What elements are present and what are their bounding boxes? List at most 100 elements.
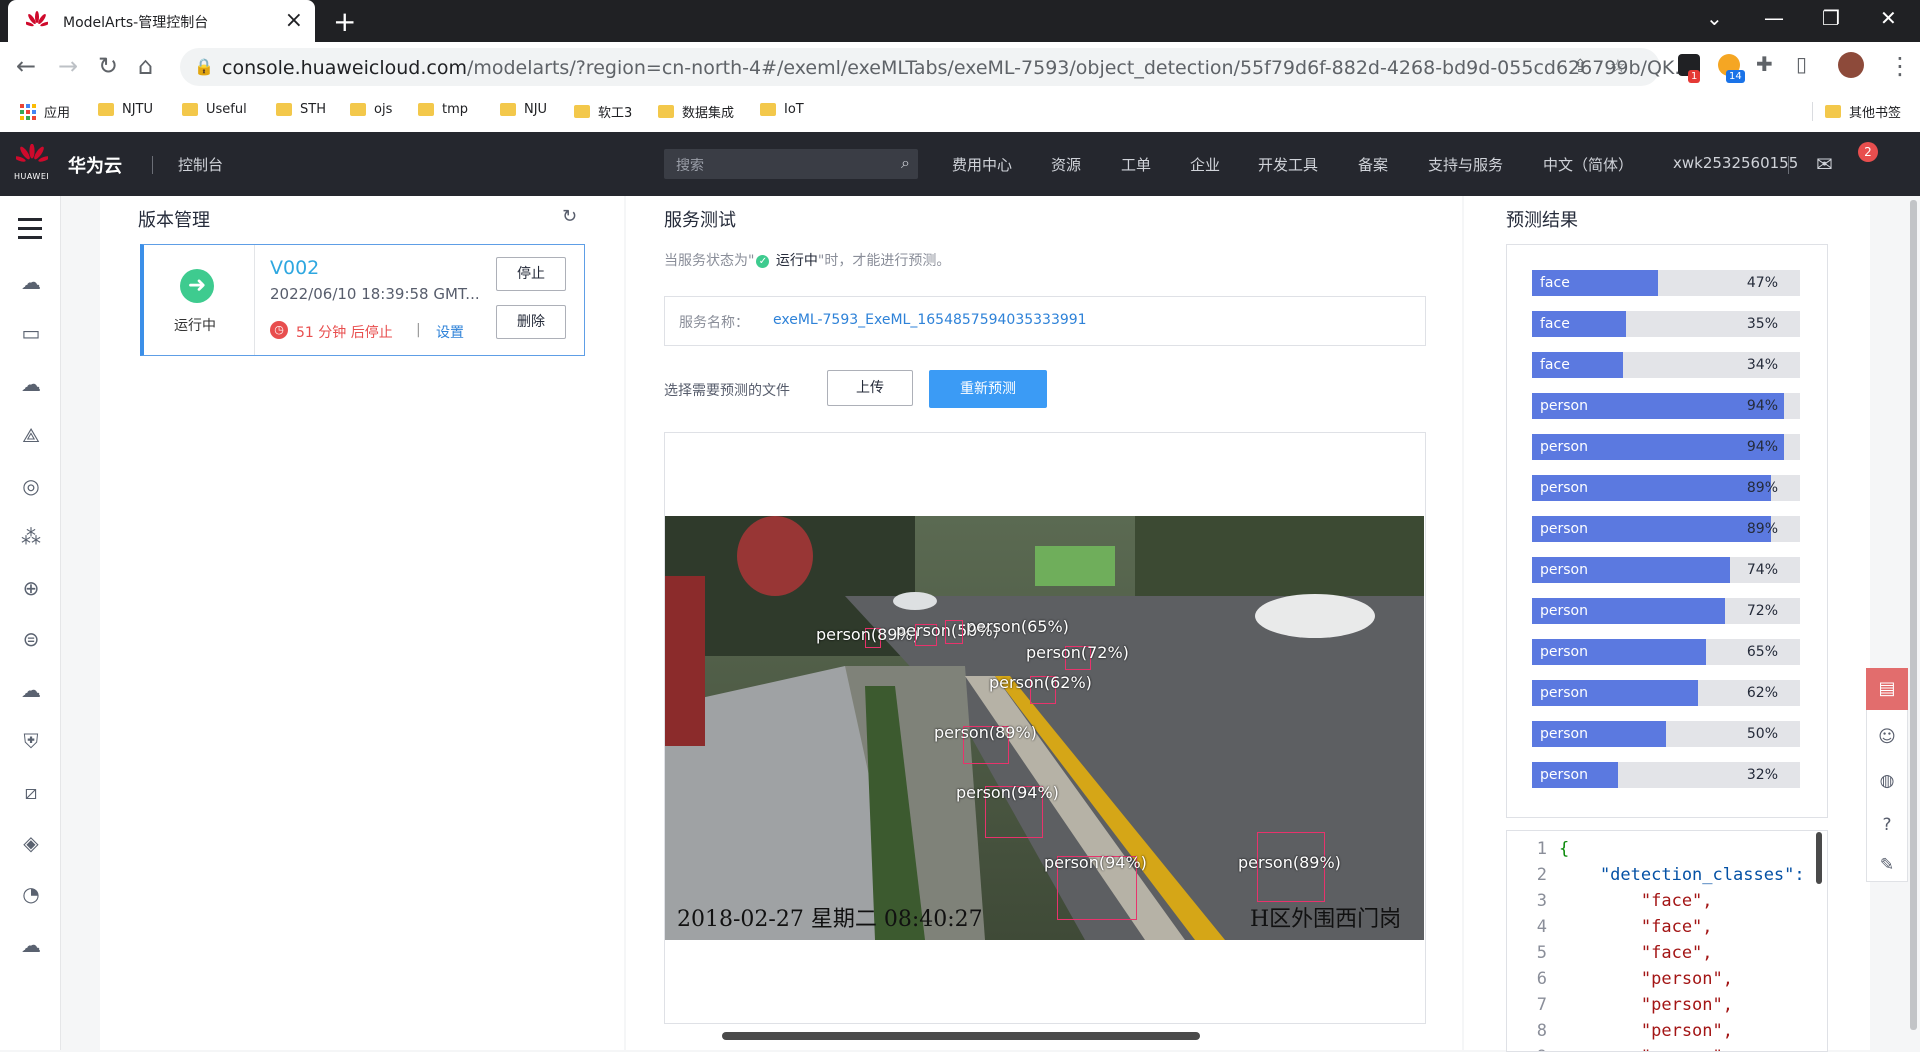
share-icon[interactable]: ⇪ bbox=[1573, 56, 1610, 77]
url-text[interactable]: console.huaweicloud.com/modelarts/?regio… bbox=[222, 57, 1692, 79]
upload-button[interactable]: 上传 bbox=[827, 370, 913, 406]
bookmark-folder-sth[interactable]: STH bbox=[276, 102, 326, 117]
chat-icon[interactable]: ▤ bbox=[1866, 668, 1908, 710]
nav-resources[interactable]: 资源 bbox=[1051, 154, 1081, 175]
nav-username[interactable]: xwk2532560155 bbox=[1673, 154, 1798, 172]
delete-button[interactable]: 删除 bbox=[496, 305, 566, 339]
cdn-icon[interactable]: ⊜ bbox=[19, 627, 43, 651]
setting-link[interactable]: 设置 bbox=[436, 322, 464, 342]
diamond-icon[interactable]: ◈ bbox=[19, 831, 43, 855]
extension-badge: 1 bbox=[1688, 70, 1701, 83]
globe-icon[interactable]: ⊕ bbox=[19, 576, 43, 600]
nav-tickets[interactable]: 工单 bbox=[1121, 154, 1151, 175]
service-name-value[interactable]: exeML-7593_ExeML_1654857594035333991 bbox=[773, 312, 1087, 328]
side-panel-icon[interactable]: ▯ bbox=[1796, 52, 1807, 76]
mail-badge: 2 bbox=[1858, 142, 1878, 162]
bookmark-folder-tmp[interactable]: tmp bbox=[418, 102, 468, 117]
omnibox[interactable]: 🔒 console.huaweicloud.com/modelarts/?reg… bbox=[180, 48, 1692, 86]
bookmark-star-icon[interactable]: ☆ bbox=[1610, 56, 1648, 77]
code-line-text: "person", bbox=[1559, 995, 1733, 1015]
mail-icon[interactable]: ✉ bbox=[1816, 152, 1833, 176]
page-scrollbar[interactable] bbox=[1910, 200, 1917, 1048]
header-divider bbox=[152, 156, 153, 174]
result-row: face 47% bbox=[1532, 270, 1800, 296]
bookmark-folder-data[interactable]: 数据集成 bbox=[658, 102, 734, 121]
cloud-upload-icon[interactable]: ☁ bbox=[19, 372, 43, 396]
lock-icon[interactable]: 🔒 bbox=[194, 57, 214, 76]
result-percent: 94% bbox=[1746, 398, 1778, 414]
header-search-input[interactable]: 搜索 ⌕ bbox=[664, 149, 918, 179]
cloud-server-icon[interactable]: ☁ bbox=[19, 270, 43, 294]
bookmark-folder-njtu[interactable]: NJTU bbox=[98, 102, 153, 117]
bookmark-folder-nju[interactable]: NJU bbox=[500, 102, 547, 117]
tab-close-icon[interactable]: × bbox=[285, 8, 303, 33]
version-date: 2022/06/10 18:39:58 GMT... bbox=[270, 285, 480, 303]
timer-icon: ◷ bbox=[270, 321, 288, 339]
service-hint: 当服务状态为" ✓ 运行中"时，才能进行预测。 bbox=[664, 253, 951, 269]
huawei-logo[interactable]: HUAWEI bbox=[14, 144, 50, 184]
omnibox-actions[interactable]: ⇪☆ bbox=[1573, 56, 1648, 77]
detection-box: person(89%) bbox=[934, 723, 1037, 764]
restore-icon[interactable]: ❐ bbox=[1822, 6, 1840, 30]
browser-tab[interactable]: ModelArts-管理控制台 × bbox=[8, 0, 315, 42]
rss-badge: 14 bbox=[1726, 70, 1745, 83]
reload-icon[interactable]: ↻ bbox=[98, 52, 118, 80]
console-link[interactable]: 控制台 bbox=[178, 154, 223, 175]
code-scrollbar[interactable] bbox=[1816, 832, 1822, 884]
horizontal-scrollbar[interactable] bbox=[722, 1032, 1200, 1040]
cloud-service-icon[interactable]: ☁ bbox=[19, 933, 43, 957]
bookmark-folder-rg3[interactable]: 软工3 bbox=[574, 102, 632, 121]
storage-icon[interactable]: ▭ bbox=[19, 321, 43, 345]
page-scroll-thumb[interactable] bbox=[1910, 200, 1917, 1030]
cloud-more-icon[interactable]: ☁ bbox=[19, 678, 43, 702]
edit-note-icon[interactable]: ✎ bbox=[1867, 855, 1907, 875]
refresh-icon[interactable]: ↻ bbox=[562, 206, 577, 227]
tab-search-chevron-icon[interactable]: ⌄ bbox=[1706, 6, 1723, 30]
help-icon[interactable]: ? bbox=[1867, 815, 1907, 835]
ip-icon[interactable]: ◎ bbox=[19, 474, 43, 498]
result-row: person 72% bbox=[1532, 598, 1800, 624]
bookmark-folder-ojs[interactable]: ojs bbox=[350, 102, 392, 117]
menu-hamburger-icon[interactable] bbox=[18, 218, 42, 245]
stop-button[interactable]: 停止 bbox=[496, 257, 566, 291]
back-icon[interactable]: ← bbox=[16, 52, 36, 80]
bookmark-apps[interactable]: 应用 bbox=[20, 102, 70, 121]
version-card[interactable]: ➜ 运行中 V002 2022/06/10 18:39:58 GMT... ◷ … bbox=[140, 244, 585, 356]
bookmark-other[interactable]: 其他书签 bbox=[1812, 102, 1901, 121]
version-name[interactable]: V002 bbox=[270, 257, 319, 279]
nav-enterprise[interactable]: 企业 bbox=[1190, 154, 1220, 175]
prediction-image: 2018-02-27 星期二 08:40:27 H区外围西门岗 person(8… bbox=[665, 516, 1424, 940]
shield-icon[interactable]: ⛨ bbox=[19, 729, 43, 753]
window-close-icon[interactable]: ✕ bbox=[1880, 6, 1897, 30]
result-percent: 35% bbox=[1746, 316, 1778, 332]
result-row: person 62% bbox=[1532, 680, 1800, 706]
nav-filing[interactable]: 备案 bbox=[1358, 154, 1388, 175]
network-icon[interactable]: ⟁ bbox=[19, 423, 43, 447]
search-icon[interactable]: ⌕ bbox=[901, 153, 910, 173]
home-icon[interactable]: ⌂ bbox=[138, 52, 153, 80]
bookmark-folder-useful[interactable]: Useful bbox=[182, 102, 247, 117]
nav-language[interactable]: 中文（简体） bbox=[1543, 154, 1633, 175]
result-class: person bbox=[1540, 767, 1588, 783]
nav-support[interactable]: 支持与服务 bbox=[1428, 154, 1503, 175]
puzzle-extensions-icon[interactable]: ✚ bbox=[1756, 52, 1773, 76]
monitor-icon[interactable]: ◔ bbox=[19, 882, 43, 906]
nav-billing[interactable]: 费用中心 bbox=[952, 154, 1012, 175]
smile-feedback-icon[interactable]: ☺ bbox=[1867, 727, 1907, 747]
brand-name[interactable]: 华为云 bbox=[68, 152, 122, 178]
repredict-button[interactable]: 重新预测 bbox=[929, 370, 1047, 408]
cluster-icon[interactable]: ⁂ bbox=[19, 525, 43, 549]
new-tab-icon[interactable]: + bbox=[333, 5, 356, 38]
code-line-text: { bbox=[1559, 839, 1570, 859]
forward-icon[interactable]: → bbox=[58, 52, 78, 80]
minimize-icon[interactable]: — bbox=[1764, 6, 1784, 30]
browser-menu-icon[interactable]: ⋮ bbox=[1888, 52, 1912, 80]
image-edit-icon[interactable]: ⧄ bbox=[19, 780, 43, 804]
nav-devtools[interactable]: 开发工具 bbox=[1258, 154, 1318, 175]
code-line-text: "person", bbox=[1559, 1021, 1733, 1041]
profile-avatar[interactable] bbox=[1838, 52, 1864, 78]
result-row: person 32% bbox=[1532, 762, 1800, 788]
customer-service-icon[interactable]: ◍ bbox=[1867, 771, 1907, 791]
bookmark-folder-iot[interactable]: IoT bbox=[760, 102, 804, 117]
json-result-viewer[interactable]: 1 {2 "detection_classes": 3 "face", 4 "face… bbox=[1506, 830, 1828, 1052]
